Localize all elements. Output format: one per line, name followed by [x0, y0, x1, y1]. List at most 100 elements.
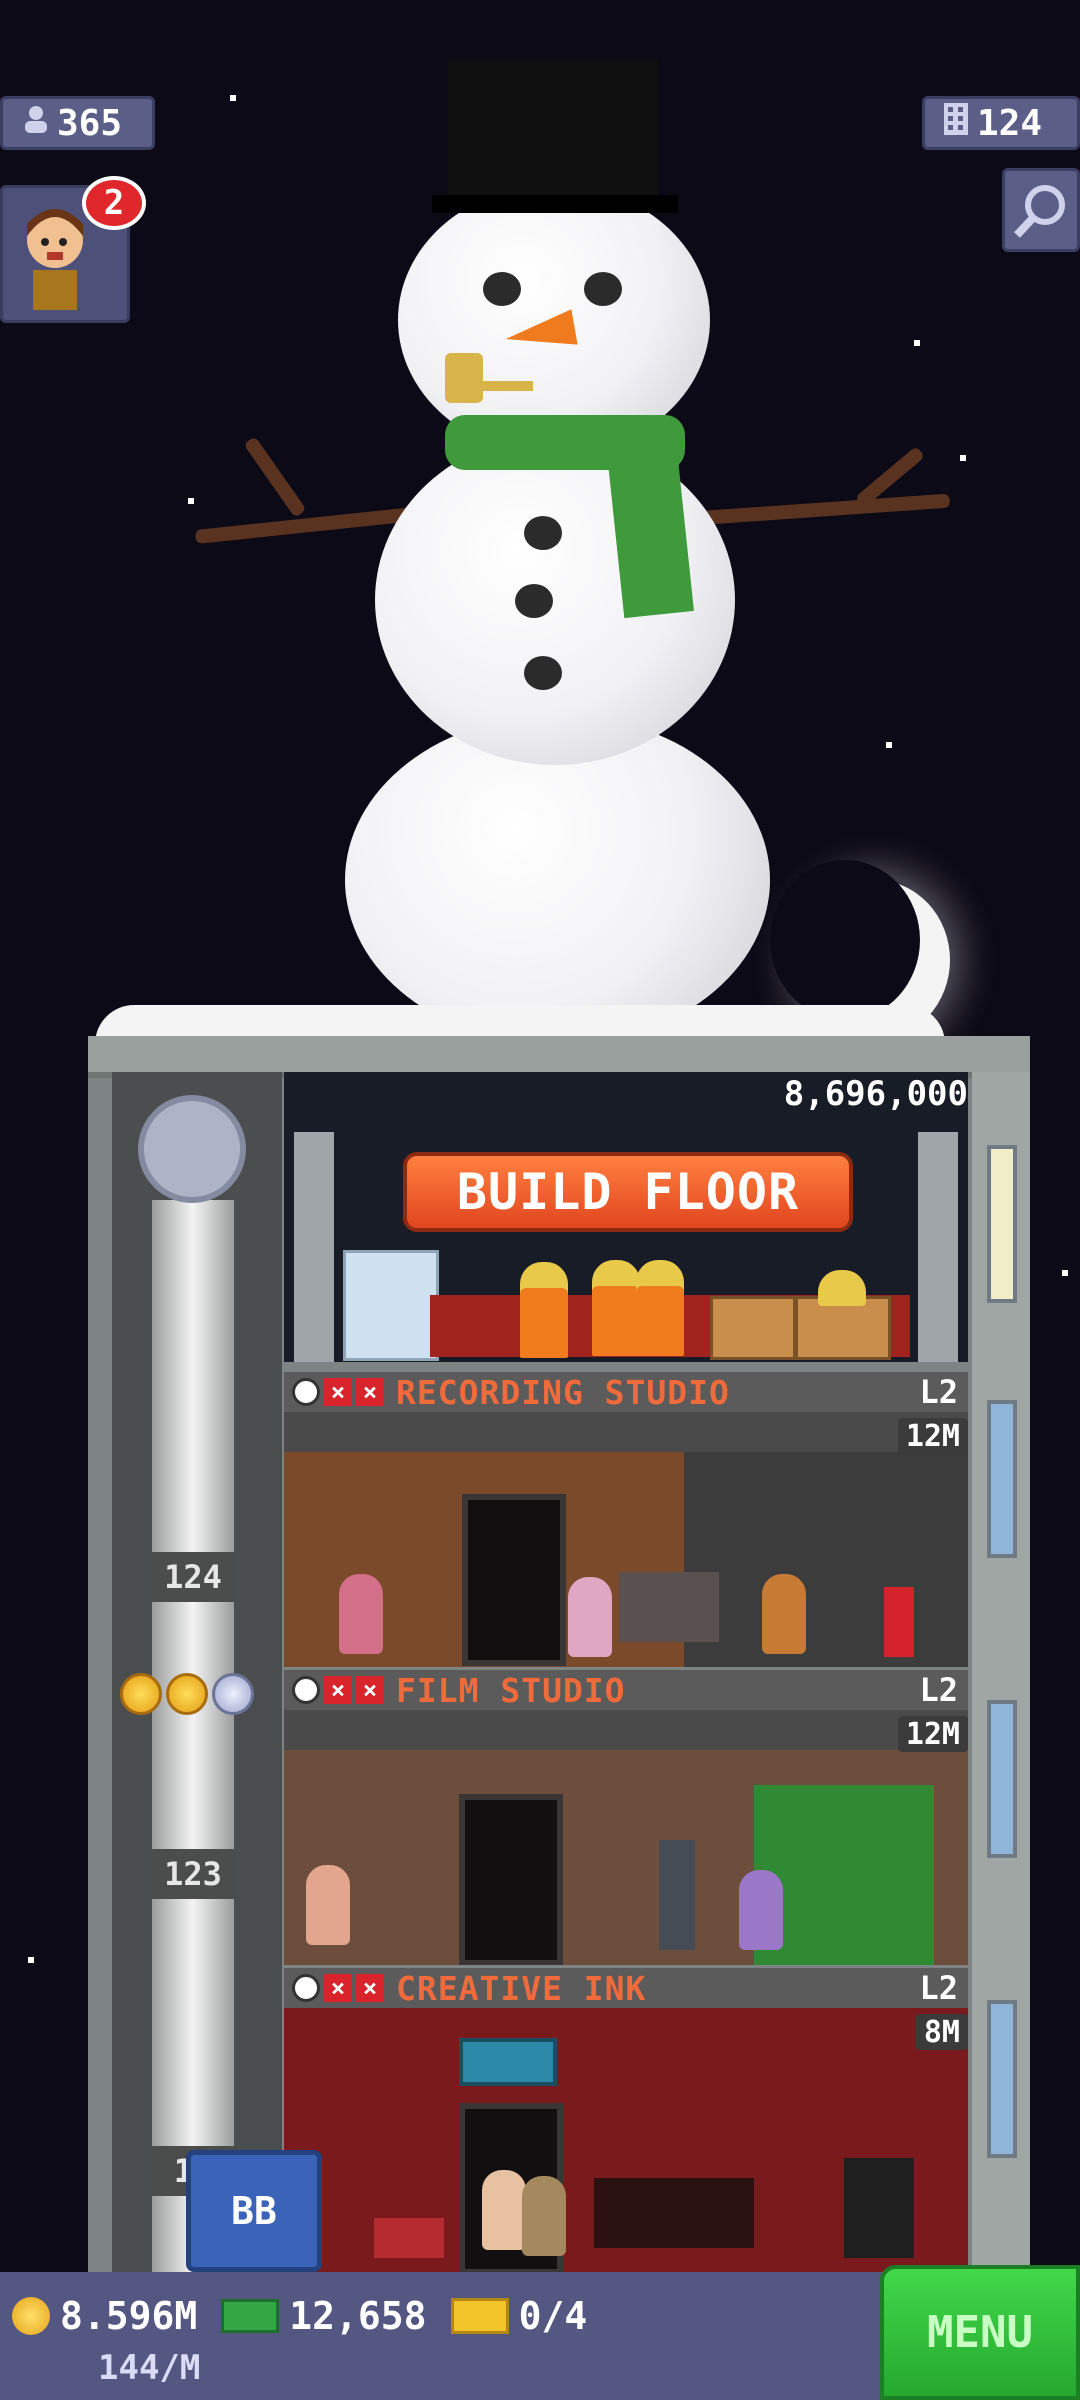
mixing-desk	[619, 1572, 719, 1642]
floor-level: L2	[919, 1969, 958, 2007]
tower-window	[987, 1700, 1017, 1858]
sky-star	[1062, 1270, 1068, 1276]
coal-button	[524, 516, 562, 550]
pipe-icon	[443, 353, 535, 407]
room-door	[459, 1794, 563, 1965]
population-counter: 365	[0, 96, 155, 150]
scaffold-post	[918, 1132, 958, 1362]
clock-icon	[292, 1974, 320, 2002]
construction-worker	[520, 1288, 568, 1358]
room-door	[462, 1494, 566, 1666]
star-icon	[212, 1673, 254, 1715]
snowman-eye	[483, 272, 521, 306]
room-wall-dark	[684, 1452, 968, 1667]
tattoo-chair	[844, 2158, 914, 2258]
close-icon: ×	[356, 1378, 384, 1406]
floor-bar-creative-ink[interactable]: × × CREATIVE INK L2	[284, 1968, 968, 2008]
construction-worker	[592, 1286, 640, 1356]
lamp	[374, 2218, 444, 2258]
floor-name: CREATIVE INK	[396, 1968, 647, 2008]
sky-star	[960, 455, 966, 461]
resident-person	[522, 2176, 566, 2256]
coin-balance: 8.596M	[60, 2294, 198, 2338]
shop-sign	[459, 2038, 557, 2086]
floor-bar-film-studio[interactable]: × × FILM STUDIO L2	[284, 1670, 968, 1710]
ticket-count: 0/4	[518, 2294, 588, 2338]
close-icon: ×	[324, 1676, 352, 1704]
tower-window	[987, 2000, 1017, 2158]
floor-room-creative-ink[interactable]	[284, 2008, 968, 2272]
coal-button	[515, 584, 553, 618]
elevator-pulley-icon	[138, 1095, 246, 1203]
floor-room-recording-studio[interactable]	[284, 1412, 968, 1667]
bitbook-button[interactable]: BB	[186, 2150, 322, 2272]
resident-person	[482, 2170, 526, 2250]
resident-person	[762, 1574, 806, 1654]
floor-income: 12M	[897, 1716, 968, 1752]
top-hat	[448, 60, 658, 210]
close-icon: ×	[324, 1974, 352, 2002]
visitor-count-badge: 2	[82, 176, 146, 230]
build-floor-button[interactable]: BUILD FLOOR	[403, 1152, 853, 1232]
room-ceiling	[284, 1412, 968, 1452]
visitor-icon	[3, 209, 127, 324]
resident-person	[739, 1870, 783, 1950]
moon-shadow	[770, 860, 920, 1020]
population-icon	[23, 103, 49, 144]
building-icon	[943, 102, 969, 145]
elevator-floor-number[interactable]: 124	[150, 1552, 236, 1602]
sky-star	[914, 340, 920, 346]
crate	[710, 1296, 796, 1360]
floor-income: 12M	[897, 1418, 968, 1454]
close-icon: ×	[356, 1676, 384, 1704]
floor-counter: 124	[922, 96, 1080, 150]
snowman-arm-right	[679, 493, 951, 527]
bux-icon	[221, 2299, 280, 2333]
guitar	[884, 1587, 914, 1657]
star-icon	[120, 1673, 162, 1715]
room-ceiling	[284, 1710, 968, 1750]
floor-name: RECORDING STUDIO	[396, 1372, 730, 1412]
snowman-twig	[243, 436, 307, 518]
top-hat-brim	[432, 195, 678, 213]
sky-star	[28, 1957, 34, 1963]
coal-button	[524, 656, 562, 690]
floor-count-value: 124	[977, 102, 1043, 144]
couch	[594, 2178, 754, 2248]
close-icon: ×	[324, 1378, 352, 1406]
tower-window	[987, 1145, 1017, 1303]
close-icon: ×	[356, 1974, 384, 2002]
search-button[interactable]	[1002, 168, 1080, 252]
bux-balance: 12,658	[289, 2294, 427, 2338]
magnifier-icon	[1005, 185, 1077, 253]
floor-level: L2	[919, 1373, 958, 1411]
clock-icon	[292, 1676, 320, 1704]
floor-name: FILM STUDIO	[396, 1670, 626, 1710]
star-icon	[166, 1673, 208, 1715]
snowman-eye	[584, 272, 622, 306]
sky-star	[188, 498, 194, 504]
ticket-icon	[450, 2298, 509, 2334]
film-camera	[659, 1840, 695, 1950]
worker-helmet-icon	[818, 1270, 866, 1306]
floor-income: 8M	[915, 2014, 968, 2050]
menu-button[interactable]: MENU	[880, 2265, 1080, 2400]
elevator-floor-number[interactable]: 123	[150, 1849, 236, 1899]
income-rate: 144/M	[98, 2348, 201, 2388]
build-cost: 8,696,000	[783, 1074, 968, 1114]
sky-star	[886, 742, 892, 748]
floor-star-rating	[120, 1673, 254, 1715]
floor-room-film-studio[interactable]	[284, 1710, 968, 1965]
coin-icon	[12, 2297, 50, 2335]
glass-block	[343, 1250, 439, 1361]
construction-worker	[636, 1286, 684, 1356]
floor-level: L2	[919, 1671, 958, 1709]
clock-icon	[292, 1378, 320, 1406]
population-value: 365	[57, 102, 123, 144]
resident-person	[568, 1577, 612, 1657]
sky-star	[230, 95, 236, 101]
resident-person	[306, 1865, 350, 1945]
tower-window	[987, 1400, 1017, 1558]
elevator-rail	[152, 1200, 234, 2280]
floor-bar-recording-studio[interactable]: × × RECORDING STUDIO L2	[284, 1372, 968, 1412]
